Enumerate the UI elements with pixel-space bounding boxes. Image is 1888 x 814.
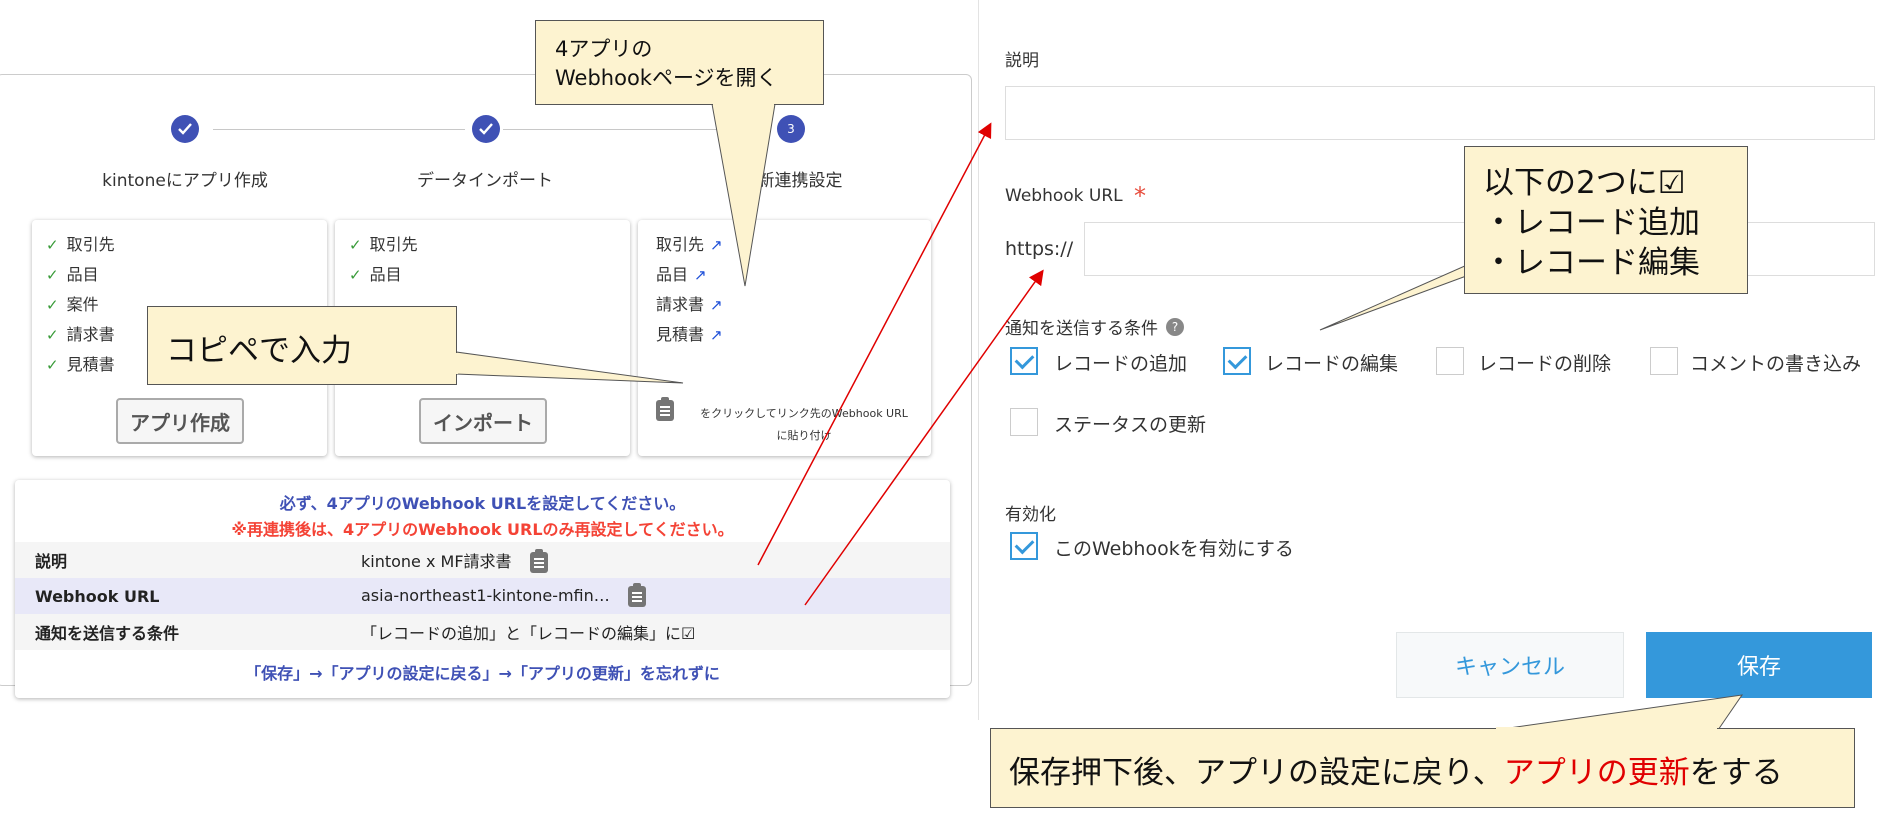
webhook-link-list: 取引先 ↗ 品目 ↗ 請求書 ↗ 見積書 ↗ xyxy=(656,230,723,350)
info-footer: 「保存」→「アプリの設定に戻る」→「アプリの更新」を忘れずに xyxy=(245,664,720,683)
create-app-button[interactable]: アプリ作成 xyxy=(116,398,244,444)
list-item: ✓ 案件 xyxy=(46,295,99,314)
step-1-done-icon xyxy=(171,115,199,143)
check-icon: ✓ xyxy=(349,266,362,284)
external-link-icon[interactable]: ↗ xyxy=(710,236,723,254)
row-value: 「レコードの追加」と「レコードの編集」に☑ xyxy=(361,624,696,643)
callout-seam xyxy=(713,103,774,106)
info-warning: ※再連携後は、4アプリのWebhook URLのみ再設定してください。 xyxy=(231,520,734,539)
callout-text: 4アプリの xyxy=(555,37,653,61)
check-icon: ✓ xyxy=(349,236,362,254)
condition-record-add-checkbox[interactable] xyxy=(1010,347,1038,375)
list-item: ✓ 取引先 xyxy=(349,235,418,254)
condition-status-checkbox[interactable] xyxy=(1010,408,1038,436)
stepper-connector xyxy=(503,129,771,130)
condition-record-edit-label[interactable]: レコードの編集 xyxy=(1265,349,1398,376)
callout-text: ・レコード編集 xyxy=(1483,245,1700,281)
check-icon: ✓ xyxy=(46,296,59,314)
condition-record-delete-label[interactable]: レコードの削除 xyxy=(1478,349,1611,376)
row-value: kintone x MF請求書 xyxy=(361,548,548,573)
external-link-icon[interactable]: ↗ xyxy=(710,296,723,314)
copy-instruction-line1: をクリックしてリンク先のWebhook URL xyxy=(700,407,908,420)
step-2-done-icon xyxy=(472,115,500,143)
help-icon[interactable]: ? xyxy=(1166,317,1184,336)
condition-comment-label[interactable]: コメントの書き込み xyxy=(1690,349,1861,376)
list-item: ✓ 品目 xyxy=(349,265,402,284)
step-1-label: kintoneにアプリ作成 xyxy=(102,171,268,191)
list-item[interactable]: 取引先 ↗ xyxy=(656,230,723,260)
clipboard-icon xyxy=(656,397,674,421)
webhook-settings-card: 必ず、4アプリのWebhook URLを設定してください。 ※再連携後は、4アプ… xyxy=(15,480,950,698)
callout-check-conditions: 以下の2つに☑ ・レコード追加 ・レコード編集 xyxy=(1464,146,1748,294)
list-item: ✓ 見積書 xyxy=(46,355,115,374)
info-row-description: 説明 kintone x MF請求書 xyxy=(15,542,950,578)
callout-highlight: アプリの更新 xyxy=(1503,755,1690,791)
external-link-icon[interactable]: ↗ xyxy=(694,266,707,284)
condition-comment-checkbox[interactable] xyxy=(1650,347,1678,375)
callout-text: をする xyxy=(1689,755,1783,791)
condition-record-add-label[interactable]: レコードの追加 xyxy=(1054,349,1187,376)
enable-webhook-label[interactable]: このWebhookを有効にする xyxy=(1054,534,1294,561)
callout-after-save: 保存押下後、アプリの設定に戻り、アプリの更新をする xyxy=(990,728,1855,808)
callout-text: 保存押下後、アプリの設定に戻り、 xyxy=(1009,755,1504,791)
description-input[interactable] xyxy=(1005,86,1875,140)
callout-text: Webhookページを開く xyxy=(555,66,778,90)
row-label: Webhook URL xyxy=(35,586,160,606)
row-label: 説明 xyxy=(35,552,68,571)
info-row-webhook-url: Webhook URL asia-northeast1-kintone-mfin… xyxy=(15,578,950,614)
row-value: asia-northeast1-kintone-mfin… xyxy=(361,582,646,607)
callout-pointer-after-save xyxy=(1494,694,1744,731)
callout-text: 以下の2つに☑ xyxy=(1483,165,1686,201)
list-item[interactable]: 請求書 ↗ xyxy=(656,290,723,320)
condition-record-delete-checkbox[interactable] xyxy=(1436,347,1464,375)
enable-label: 有効化 xyxy=(1005,505,1056,525)
cancel-button[interactable]: キャンセル xyxy=(1396,632,1624,698)
callout-text: コピペで入力 xyxy=(166,333,352,369)
copy-instruction-line2: に貼り付け xyxy=(776,429,832,442)
list-item: ✓ 請求書 xyxy=(46,325,115,344)
info-notice: 必ず、4アプリのWebhook URLを設定してください。 xyxy=(279,494,686,513)
created-app-list: ✓ 取引先 ✓ 品目 ✓ 案件 ✓ 請求書 ✓ 見積書 xyxy=(46,230,115,380)
callout-copy-paste: コピペで入力 xyxy=(147,306,457,385)
condition-record-edit-checkbox[interactable] xyxy=(1223,347,1251,375)
check-icon: ✓ xyxy=(46,326,59,344)
list-item[interactable]: 見積書 ↗ xyxy=(656,320,723,350)
external-link-icon[interactable]: ↗ xyxy=(710,326,723,344)
callout-seam xyxy=(1466,263,1496,267)
list-item: ✓ 取引先 xyxy=(46,235,115,254)
info-row-conditions: 通知を送信する条件 「レコードの追加」と「レコードの編集」に☑ xyxy=(15,614,950,650)
callout-seam xyxy=(1496,727,1717,731)
step-3-current: 3 xyxy=(777,115,805,143)
required-mark: * xyxy=(1134,182,1147,210)
callout-seam xyxy=(455,353,458,374)
stepper-connector xyxy=(213,129,465,130)
list-item[interactable]: 品目 ↗ xyxy=(656,260,723,290)
step-3-label: 新連携設定 xyxy=(757,171,843,191)
callout-text: ・レコード追加 xyxy=(1483,205,1700,241)
check-icon: ✓ xyxy=(46,236,59,254)
list-item: ✓ 品目 xyxy=(46,265,99,284)
webhook-url-label: Webhook URL * xyxy=(1005,182,1147,210)
save-button[interactable]: 保存 xyxy=(1646,632,1872,698)
copy-instruction: をクリックしてリンク先のWebhook URL に貼り付け xyxy=(680,403,928,447)
condition-status-label[interactable]: ステータスの更新 xyxy=(1054,410,1206,437)
url-prefix: https:// xyxy=(1005,238,1074,260)
description-label: 説明 xyxy=(1005,51,1039,71)
conditions-label: 通知を送信する条件 ? xyxy=(1005,314,1184,339)
check-icon: ✓ xyxy=(46,266,59,284)
callout-open-webhook: 4アプリの Webhookページを開く xyxy=(535,20,824,105)
enable-webhook-checkbox[interactable] xyxy=(1010,532,1038,560)
import-button[interactable]: インポート xyxy=(419,398,547,444)
row-label: 通知を送信する条件 xyxy=(35,624,180,643)
copy-clipboard-icon[interactable] xyxy=(529,548,548,573)
check-icon: ✓ xyxy=(46,356,59,374)
copy-clipboard-icon[interactable] xyxy=(627,582,646,607)
imported-app-list: ✓ 取引先 ✓ 品目 xyxy=(349,230,418,290)
panel-divider xyxy=(978,0,979,720)
webhook-links-card: 取引先 ↗ 品目 ↗ 請求書 ↗ 見積書 ↗ をクリックしてリンク先のWebhook U… xyxy=(638,220,931,456)
step-2-label: データインポート xyxy=(417,171,553,191)
